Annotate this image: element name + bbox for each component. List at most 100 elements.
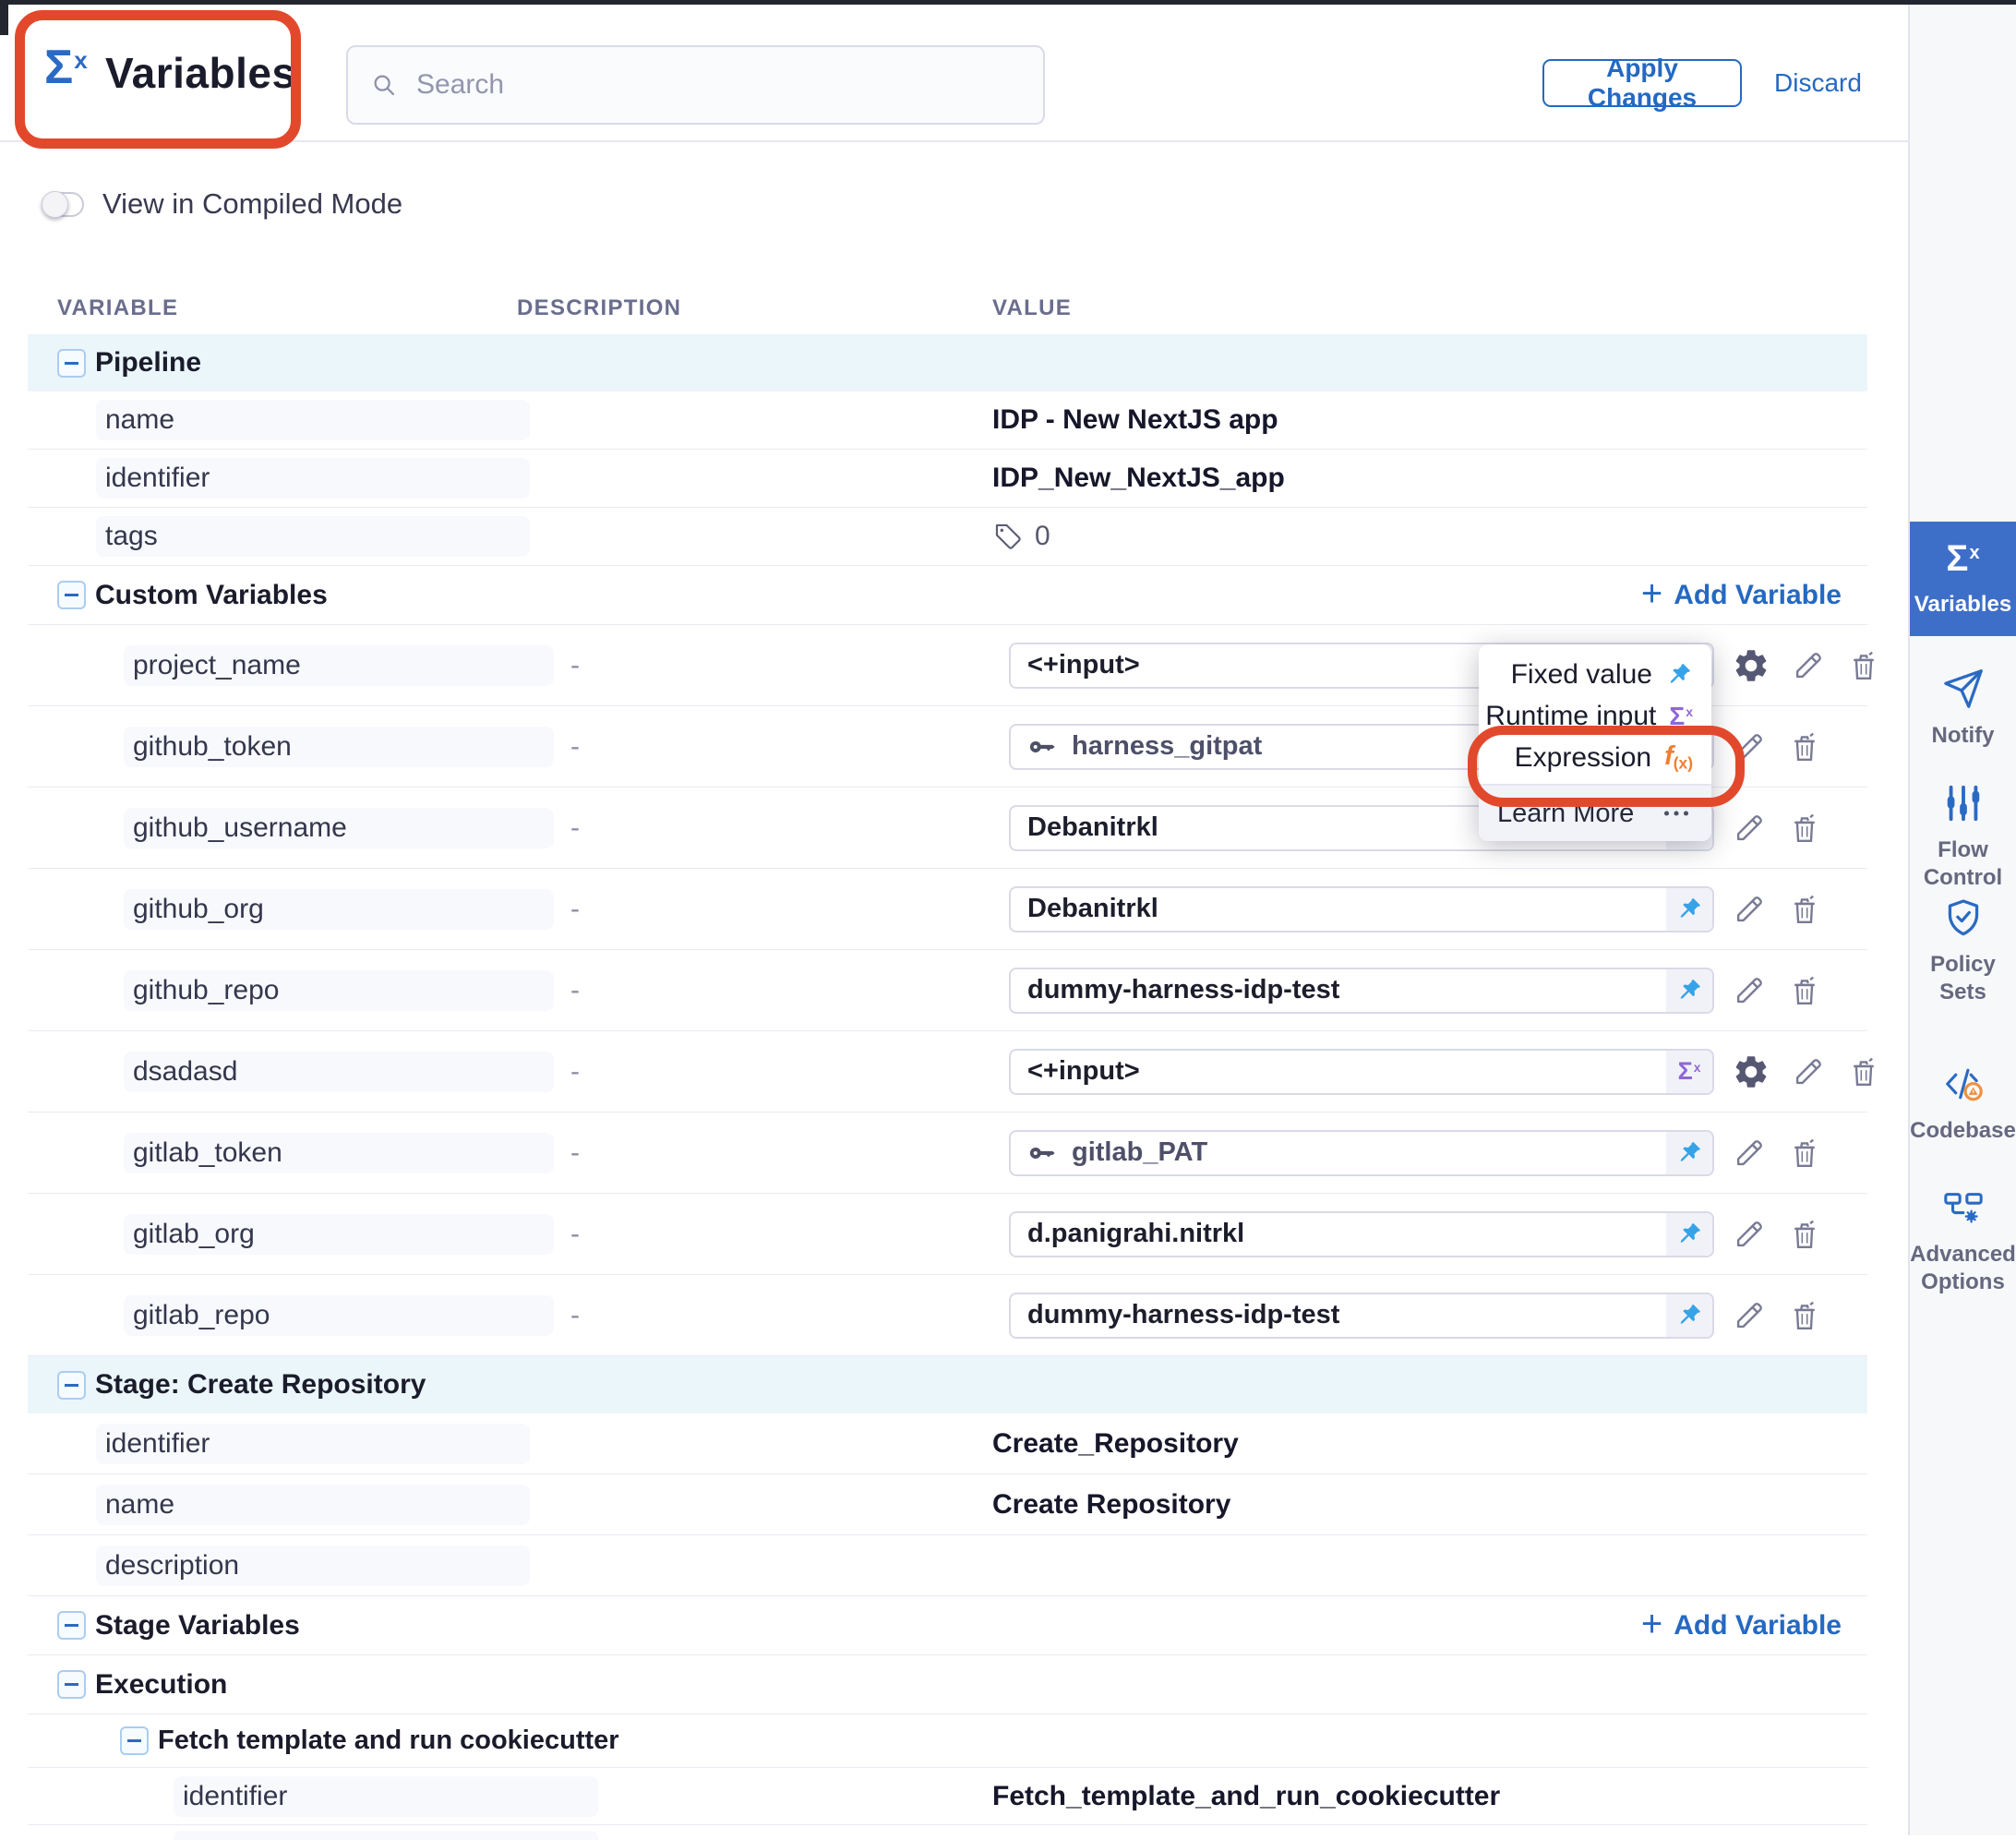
collapse-icon[interactable]: [120, 1726, 149, 1755]
section-row: Stage Variables+Add Variable: [28, 1596, 1867, 1655]
value-input[interactable]: Debanitrkl: [1009, 886, 1714, 932]
value-type-selector[interactable]: [1666, 1213, 1712, 1256]
dropdown-item-runtime-input[interactable]: Runtime inputΣx: [1479, 695, 1711, 737]
delete-trash-icon[interactable]: [1787, 1298, 1822, 1333]
delete-trash-icon[interactable]: [1787, 729, 1822, 764]
edit-pencil-icon[interactable]: [1732, 729, 1767, 764]
collapse-icon[interactable]: [57, 1611, 86, 1640]
rail-tab-flow-control[interactable]: Flow Control: [1910, 782, 2016, 892]
edit-pencil-icon[interactable]: [1732, 973, 1767, 1008]
collapse-icon[interactable]: [57, 1371, 86, 1400]
variable-name: name: [105, 1489, 174, 1521]
value-input[interactable]: dummy-harness-idp-test: [1009, 968, 1714, 1014]
compiled-mode-toggle[interactable]: [42, 192, 84, 217]
table-row: dsadasd-<+input>Σx: [28, 1031, 1867, 1112]
section-label: Pipeline: [95, 347, 201, 379]
rail-tab-policy-sets[interactable]: Policy Sets: [1910, 896, 2016, 1006]
table-row: name Create Repository: [28, 1474, 1867, 1535]
value-text: gitlab_PAT: [1059, 1137, 1666, 1168]
value-type-selector[interactable]: Σx: [1666, 1051, 1712, 1093]
table-row: nameIDP - New NextJS app: [28, 391, 1867, 450]
value-text: dummy-harness-idp-test: [1011, 975, 1666, 1005]
apply-changes-button[interactable]: Apply Changes: [1542, 59, 1742, 107]
value-type-selector[interactable]: [1666, 1294, 1712, 1337]
table-row: identifierCreate_Repository: [28, 1413, 1867, 1474]
variable-name-pill: gitlab_org: [124, 1214, 554, 1255]
collapse-icon[interactable]: [57, 581, 86, 609]
window-edge: [0, 0, 2016, 5]
value-input[interactable]: gitlab_PAT: [1009, 1130, 1714, 1176]
ellipsis-icon[interactable]: [1660, 797, 1693, 830]
search-input[interactable]: [414, 68, 1021, 102]
rail-tab-variables[interactable]: ΣxVariables: [1910, 522, 2016, 636]
table-row: identifier IDP_New_NextJS_app: [28, 450, 1867, 508]
table-row: description: [28, 1535, 1867, 1596]
edit-pencil-icon[interactable]: [1732, 1136, 1767, 1171]
variable-value: Create Repository: [992, 1489, 1230, 1521]
variable-name: github_org: [133, 894, 264, 925]
page-title: Variables: [105, 48, 296, 98]
variable-description: -: [570, 894, 580, 925]
pin-icon: [1675, 1139, 1703, 1167]
learn-more-item[interactable]: Learn More: [1479, 784, 1711, 841]
delete-trash-icon[interactable]: [1787, 811, 1822, 846]
panel-header: Σx Variables Apply Changes Discard: [0, 5, 1908, 142]
value-input[interactable]: <+input>Σx: [1009, 1049, 1714, 1095]
edit-pencil-icon[interactable]: [1732, 811, 1767, 846]
dropdown-item-fixed-value[interactable]: Fixed value: [1479, 654, 1711, 695]
edit-pencil-icon[interactable]: [1791, 1054, 1826, 1089]
value-input[interactable]: dummy-harness-idp-test: [1009, 1293, 1714, 1339]
delete-trash-icon[interactable]: [1787, 1136, 1822, 1171]
add-variable-button[interactable]: +Add Variable: [1641, 579, 1842, 612]
edit-pencil-icon[interactable]: [1732, 1298, 1767, 1333]
value-type-selector[interactable]: [1666, 888, 1712, 931]
value-type-selector[interactable]: [1666, 1132, 1712, 1174]
rail-tab-notify[interactable]: Notify: [1910, 667, 2016, 750]
section-row: Pipeline: [28, 334, 1867, 391]
variable-name: github_token: [133, 731, 292, 763]
secret-key-icon: [1026, 1136, 1059, 1170]
variables-sigma-icon: Σx: [44, 43, 88, 91]
dropdown-item-expression[interactable]: Expressionf(x): [1479, 737, 1711, 778]
variable-name-pill: github_org: [124, 889, 554, 930]
table-header: VARIABLE DESCRIPTION VALUE: [28, 282, 1867, 334]
collapse-icon[interactable]: [57, 1670, 86, 1699]
variable-name: identifier: [105, 463, 210, 494]
expression-icon: f(x): [1664, 743, 1693, 772]
variable-name-pill: project_name: [124, 645, 554, 686]
variable-name-pill: gitlab_repo: [124, 1295, 554, 1336]
variable-name-pill: name: [96, 400, 530, 440]
section-row: Custom Variables+Add Variable: [28, 566, 1867, 625]
delete-trash-icon[interactable]: [1846, 1054, 1881, 1089]
variable-value: IDP_New_NextJS_app: [992, 463, 1285, 494]
value-type-selector[interactable]: [1666, 969, 1712, 1012]
settings-gear-icon[interactable]: [1732, 646, 1770, 685]
edit-pencil-icon[interactable]: [1732, 892, 1767, 927]
delete-trash-icon[interactable]: [1787, 1217, 1822, 1252]
row-actions: [1732, 646, 1881, 685]
edit-pencil-icon[interactable]: [1791, 648, 1826, 683]
delete-trash-icon[interactable]: [1846, 648, 1881, 683]
variable-name: name: [105, 404, 174, 436]
variable-name-pill: dsadasd: [124, 1052, 554, 1092]
delete-trash-icon[interactable]: [1787, 892, 1822, 927]
settings-gear-icon[interactable]: [1732, 1052, 1770, 1091]
table-row: github_repo-dummy-harness-idp-test: [28, 950, 1867, 1031]
edit-pencil-icon[interactable]: [1732, 1217, 1767, 1252]
delete-trash-icon[interactable]: [1787, 973, 1822, 1008]
rail-tab-advanced-options[interactable]: Advanced Options: [1910, 1186, 2016, 1296]
search-box[interactable]: [346, 45, 1045, 125]
tag-icon: [992, 521, 1024, 552]
runtime-input-icon: Σx: [1669, 704, 1693, 729]
collapse-icon[interactable]: [57, 349, 86, 378]
add-variable-button[interactable]: +Add Variable: [1641, 1609, 1842, 1642]
value-text: <+input>: [1011, 1056, 1666, 1087]
pin-icon: [1675, 896, 1703, 923]
row-actions: [1732, 1217, 1822, 1252]
discard-button[interactable]: Discard: [1774, 59, 1862, 107]
value-input[interactable]: d.panigrahi.nitrkl: [1009, 1211, 1714, 1257]
policy-sets-icon: [1942, 896, 1985, 939]
secret-key-icon: [1026, 730, 1059, 764]
rail-tab-codebase[interactable]: Codebase: [1910, 1063, 2016, 1145]
variable-description: -: [570, 975, 580, 1006]
